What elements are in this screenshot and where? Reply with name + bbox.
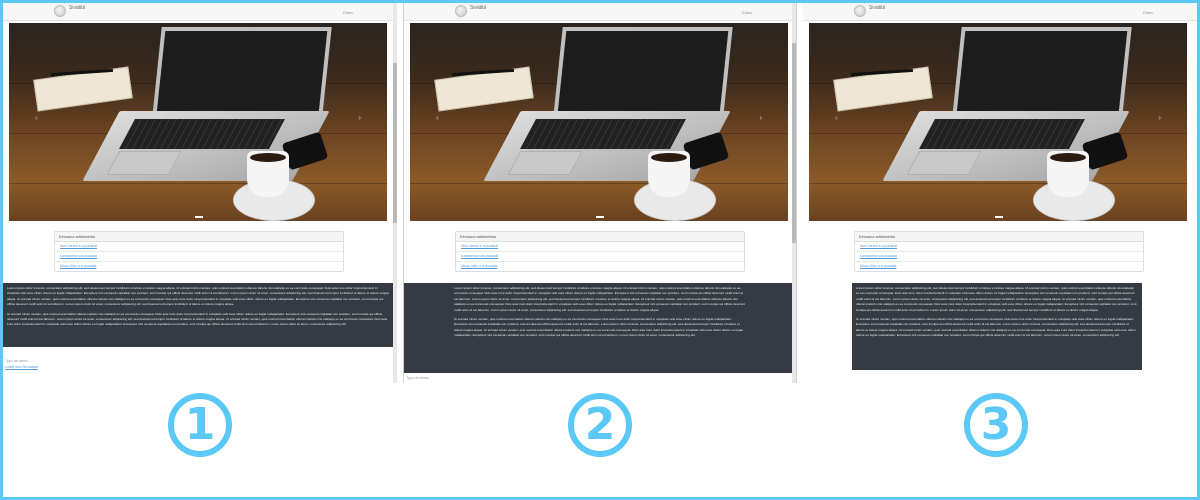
trackpad-illustration bbox=[507, 151, 583, 175]
trackpad-illustration bbox=[106, 151, 182, 175]
content-box: Lorem ipsum dolor sit amet, consectetur … bbox=[404, 283, 796, 373]
article-link[interactable]: Lamaanna sua.puoskal bbox=[456, 252, 744, 262]
carousel-next-icon[interactable]: › bbox=[1158, 113, 1161, 122]
carousel-indicator[interactable] bbox=[195, 216, 203, 218]
content-paragraph: Lorem ipsum dolor sit amet, consectetur … bbox=[7, 286, 390, 307]
navbar: Sivätilä Etäss bbox=[803, 3, 1197, 21]
article-list: Elmsana artikkeleita Muu olemo s.a.puosk… bbox=[455, 231, 745, 272]
article-link[interactable]: Lamaanna sua.puoskal bbox=[855, 252, 1143, 262]
content-paragraph: Ut enimad minim veniam, quis nostrud exe… bbox=[7, 311, 388, 327]
nav-link[interactable]: Etäss bbox=[742, 10, 752, 15]
laptop-screen-illustration bbox=[553, 27, 733, 117]
scrollbar[interactable] bbox=[393, 3, 397, 383]
carousel-prev-icon[interactable]: ‹ bbox=[436, 113, 439, 122]
logo-icon[interactable] bbox=[54, 5, 66, 17]
content-paragraph: Ut enimad minim veniam, quis nostrud exe… bbox=[856, 317, 1136, 338]
brand-name[interactable]: Sivätilä bbox=[470, 5, 486, 11]
article-link[interactable]: Muuu inter o.a.puoskal bbox=[855, 262, 1143, 271]
keyboard-illustration bbox=[119, 119, 285, 149]
coffee-cup-illustration bbox=[1047, 151, 1089, 197]
screenshot-panel-3: Sivätilä Etäss ‹ › Elmsana artikkeleita … bbox=[803, 3, 1197, 383]
step-number-1: 1 bbox=[168, 393, 232, 457]
carousel-prev-icon[interactable]: ‹ bbox=[35, 113, 38, 122]
carousel-next-icon[interactable]: › bbox=[759, 113, 762, 122]
article-list: Elmsana artikkeleita Muu olemo s.a.puosk… bbox=[54, 231, 344, 272]
footer-text: Tyyo de demo bbox=[5, 359, 28, 363]
brand-name[interactable]: Sivätilä bbox=[69, 5, 85, 11]
trackpad-illustration bbox=[906, 151, 982, 175]
logo-icon[interactable] bbox=[455, 5, 467, 17]
step-number-2: 2 bbox=[568, 393, 632, 457]
coffee-cup-illustration bbox=[648, 151, 690, 197]
content-paragraph: Ut enimad minim veniam, quis nostrud exe… bbox=[454, 317, 744, 338]
content-box: Lorem ipsum dolor sit amet, consectetur … bbox=[3, 283, 394, 347]
laptop-screen-illustration bbox=[152, 27, 332, 117]
article-link[interactable]: Muuu inter o.a.puoskal bbox=[456, 262, 744, 271]
carousel-next-icon[interactable]: › bbox=[358, 113, 361, 122]
content-box: Lorem ipsum dolor sit amet, consectetur … bbox=[852, 283, 1142, 370]
keyboard-illustration bbox=[520, 119, 686, 149]
step-number-3: 3 bbox=[964, 393, 1028, 457]
article-link[interactable]: Muu olemo s.a.puoskal bbox=[456, 242, 744, 252]
carousel-indicator[interactable] bbox=[995, 216, 1003, 218]
carousel-prev-icon[interactable]: ‹ bbox=[835, 113, 838, 122]
article-link[interactable]: Muu olemo s.a.puoskal bbox=[855, 242, 1143, 252]
footer-link[interactable]: Linkki sivu Sivuassal bbox=[5, 365, 38, 369]
article-link[interactable]: Muuu inter o.a.puoskal bbox=[55, 262, 343, 271]
article-link[interactable]: Lamaanna sua.puoskal bbox=[55, 252, 343, 262]
carousel-indicator[interactable] bbox=[596, 216, 604, 218]
laptop-screen-illustration bbox=[952, 27, 1132, 117]
hero-carousel-image: ‹ › bbox=[809, 23, 1187, 221]
hero-carousel-image: ‹ › bbox=[410, 23, 788, 221]
screenshot-panel-2: Sivätilä Etäss ‹ › Elmsana artikkeleita … bbox=[403, 3, 797, 383]
coffee-cup-illustration bbox=[247, 151, 289, 197]
content-paragraph: Lorem ipsum dolor sit amet, consectetur … bbox=[856, 286, 1137, 312]
content-paragraph: Lorem ipsum dolor sit amet, consectetur … bbox=[454, 286, 745, 312]
nav-link[interactable]: Etäss bbox=[1143, 10, 1153, 15]
keyboard-illustration bbox=[919, 119, 1085, 149]
navbar: Sivätilä Etäss bbox=[404, 3, 796, 21]
article-link[interactable]: Muu olemo s.a.puoskal bbox=[55, 242, 343, 252]
navbar: Sivätilä Etäss bbox=[3, 3, 397, 21]
logo-icon[interactable] bbox=[854, 5, 866, 17]
scrollbar[interactable] bbox=[792, 3, 796, 383]
footer-text: Tyyo de demo bbox=[406, 376, 429, 380]
hero-carousel-image: ‹ › bbox=[9, 23, 387, 221]
article-list-heading: Elmsana artikkeleita bbox=[456, 232, 744, 242]
article-list-heading: Elmsana artikkeleita bbox=[55, 232, 343, 242]
brand-name[interactable]: Sivätilä bbox=[869, 5, 885, 11]
article-list-heading: Elmsana artikkeleita bbox=[855, 232, 1143, 242]
article-list: Elmsana artikkeleita Muu olemo s.a.puosk… bbox=[854, 231, 1144, 272]
nav-link[interactable]: Etäss bbox=[343, 10, 353, 15]
screenshot-panel-1: Sivätilä Etäss ‹ › Elmsana artikkeleita … bbox=[3, 3, 397, 383]
